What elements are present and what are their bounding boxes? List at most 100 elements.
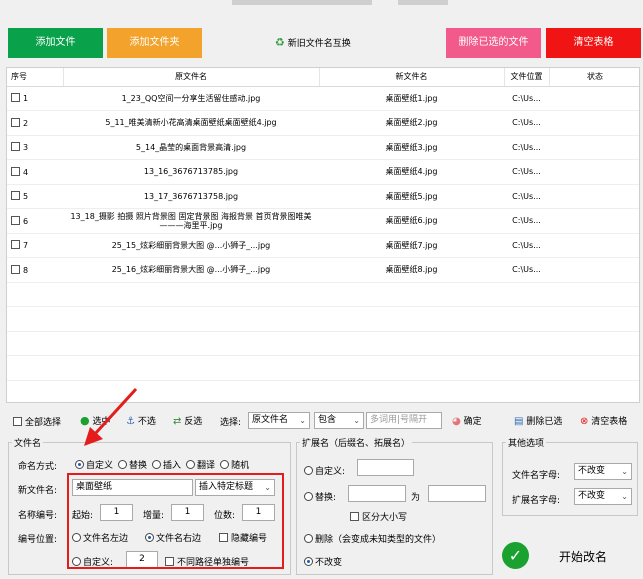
field-select[interactable]: 原文件名 ⌄ bbox=[248, 412, 310, 429]
table-row[interactable]: 5 13_17_3676713758.jpg 桌面壁纸5.jpg C:\Us... bbox=[7, 184, 639, 209]
empty-row bbox=[7, 282, 639, 307]
row-checkbox[interactable] bbox=[11, 93, 20, 103]
invert-icon: ⇄ bbox=[173, 416, 182, 427]
row-checkbox[interactable] bbox=[11, 264, 20, 274]
ext-delete-radio[interactable]: 删除（会变成未知类型的文件） bbox=[304, 532, 441, 545]
new-name-cell-text: 桌面壁纸8.jpg bbox=[385, 265, 438, 275]
naming-mode-radio[interactable]: 自定义 bbox=[75, 460, 113, 471]
invert-button[interactable]: ⇄ 反选 bbox=[173, 414, 202, 427]
col-header-original[interactable]: 原文件名 bbox=[63, 68, 320, 87]
empty-cell bbox=[63, 306, 319, 332]
ext-nochange-radio[interactable]: 不改变 bbox=[304, 555, 342, 568]
add-folder-button[interactable]: 添加文件夹 bbox=[107, 28, 202, 58]
table-row[interactable]: 8 25_16_炫彩细丽背景大图 @...小狮子_...jpg 桌面壁纸8.jpg C… bbox=[7, 257, 639, 283]
empty-cell bbox=[7, 380, 63, 402]
delete-doc-icon: ▤ bbox=[514, 416, 524, 427]
ext-replace-to-input[interactable] bbox=[428, 485, 486, 502]
swap-names-button[interactable]: ♻ 新旧文件名互换 bbox=[275, 34, 351, 52]
original-name-cell: 13_18_摄影 拍摄 照片背景图 固定背景图 海报背景 首页背景图唯美———海… bbox=[63, 208, 319, 234]
naming-mode-radio[interactable]: 随机 bbox=[220, 460, 250, 471]
confirm-button[interactable]: ◕ 确定 bbox=[452, 414, 482, 427]
naming-mode-radio[interactable]: 替换 bbox=[118, 460, 147, 471]
ext-nochange-label: 不改变 bbox=[315, 558, 343, 568]
row-checkbox[interactable] bbox=[11, 166, 20, 176]
col-header-new[interactable]: 新文件名 bbox=[319, 68, 505, 87]
select-all-checkbox[interactable]: 全部选择 bbox=[13, 415, 61, 428]
row-checkbox[interactable] bbox=[11, 191, 20, 201]
empty-cell bbox=[319, 380, 504, 402]
original-name-cell-text: 1_23_QQ空间一分享生活留住感动.jpg bbox=[121, 93, 261, 103]
empty-cell bbox=[549, 282, 639, 307]
keyword-input[interactable]: 多词用|号隔开 bbox=[366, 412, 442, 429]
row-number-text: 2 bbox=[23, 118, 29, 128]
empty-row bbox=[7, 331, 639, 356]
invert-label: 反选 bbox=[184, 417, 203, 427]
top-strip bbox=[0, 0, 643, 10]
row-checkbox[interactable] bbox=[11, 142, 20, 152]
numbering-label: 名称编号: bbox=[18, 511, 58, 521]
row-number-text: 6 bbox=[23, 216, 29, 226]
position-label: 编号位置: bbox=[18, 535, 58, 545]
choose-label: 选择: bbox=[220, 418, 242, 428]
clear-table-button[interactable]: 清空表格 bbox=[546, 28, 641, 58]
col-header-no[interactable]: 序号 bbox=[7, 68, 64, 87]
naming-mode-group: 自定义 替换 插入 翻译 随机 bbox=[75, 458, 254, 471]
location-cell-text: C:\Us... bbox=[512, 191, 541, 201]
naming-mode-radio[interactable]: 插入 bbox=[152, 460, 181, 471]
col-header-status[interactable]: 状态 bbox=[549, 68, 639, 87]
new-name-cell: 桌面壁纸4.jpg bbox=[319, 159, 504, 185]
original-name-cell: 5_11_唯美清新小花高清桌面壁纸桌面壁纸4.jpg bbox=[63, 110, 319, 136]
row-number-text: 3 bbox=[23, 143, 29, 153]
ext-custom-radio[interactable]: 自定义: bbox=[304, 464, 345, 477]
filename-case-select[interactable]: 不改变 ⌄ bbox=[574, 463, 632, 480]
empty-cell bbox=[319, 331, 504, 356]
add-file-button[interactable]: 添加文件 bbox=[8, 28, 103, 58]
empty-cell bbox=[7, 355, 63, 381]
col-header-location[interactable]: 文件位置 bbox=[504, 68, 550, 87]
row-checkbox[interactable] bbox=[11, 215, 20, 225]
delete-selected-files-button[interactable]: 删除已选的文件 bbox=[446, 28, 541, 58]
location-cell-text: C:\Us... bbox=[512, 265, 541, 275]
delete-selected-button[interactable]: ▤ 删除已选 bbox=[514, 414, 562, 427]
filename-group-title: 文件名 bbox=[12, 436, 44, 449]
naming-mode-label: 随机 bbox=[231, 461, 250, 471]
row-number: 7 bbox=[7, 233, 63, 258]
empty-cell bbox=[504, 306, 549, 332]
ext-case-checkbox[interactable]: 区分大小写 bbox=[350, 510, 407, 523]
row-number: 3 bbox=[7, 135, 63, 160]
clear-table-small-button[interactable]: ⊗ 清空表格 bbox=[580, 414, 627, 427]
table-row[interactable]: 4 13_16_3676713785.jpg 桌面壁纸4.jpg C:\Us... bbox=[7, 159, 639, 185]
ext-replace-label: 替换: bbox=[315, 493, 337, 503]
ext-replace-from-input[interactable] bbox=[348, 485, 406, 502]
chevron-down-icon: ⌄ bbox=[621, 492, 628, 501]
naming-mode-radio[interactable]: 翻译 bbox=[186, 460, 216, 471]
row-number: 8 bbox=[7, 257, 63, 283]
row-checkbox[interactable] bbox=[11, 240, 20, 250]
ext-case-value: 不改变 bbox=[578, 491, 606, 501]
original-name-cell-text: 5_11_唯美清新小花高清桌面壁纸桌面壁纸4.jpg bbox=[105, 118, 277, 128]
row-checkbox[interactable] bbox=[11, 117, 20, 127]
status-cell bbox=[549, 233, 639, 258]
table-row[interactable]: 1 1_23_QQ空间一分享生活留住感动.jpg 桌面壁纸1.jpg C:\Us... bbox=[7, 86, 639, 111]
table-row[interactable]: 6 13_18_摄影 拍摄 照片背景图 固定背景图 海报背景 首页背景图唯美———… bbox=[7, 208, 639, 234]
ext-custom-input[interactable] bbox=[357, 459, 414, 476]
empty-row bbox=[7, 355, 639, 381]
location-cell-text: C:\Us... bbox=[512, 118, 541, 128]
match-mode-select[interactable]: 包含 ⌄ bbox=[314, 412, 364, 429]
ext-case-label: 区分大小写 bbox=[362, 513, 408, 523]
table-row[interactable]: 2 5_11_唯美清新小花高清桌面壁纸桌面壁纸4.jpg 桌面壁纸2.jpg C:\U… bbox=[7, 110, 639, 136]
ext-replace-radio[interactable]: 替换: bbox=[304, 490, 336, 503]
extension-group-title: 扩展名（后缀名、拓展名） bbox=[300, 436, 413, 449]
radio-checked-icon bbox=[75, 460, 84, 469]
new-name-cell: 桌面壁纸6.jpg bbox=[319, 208, 504, 234]
start-rename-button[interactable]: ✓ 开始改名 bbox=[502, 540, 638, 572]
location-cell: C:\Us... bbox=[504, 159, 549, 185]
ext-case-label: 扩展名字母: bbox=[512, 496, 561, 506]
table-row[interactable]: 3 5_14_晶莹的桌面背景高清.jpg 桌面壁纸3.jpg C:\Us... bbox=[7, 135, 639, 160]
ext-case-select[interactable]: 不改变 ⌄ bbox=[574, 488, 632, 505]
table-row[interactable]: 7 25_15_炫彩细丽背景大图 @...小狮子_...jpg 桌面壁纸7.jpg C… bbox=[7, 233, 639, 258]
naming-mode-label: 翻译 bbox=[197, 461, 216, 471]
location-cell: C:\Us... bbox=[504, 135, 549, 160]
empty-cell bbox=[504, 331, 549, 356]
empty-cell bbox=[63, 331, 319, 356]
